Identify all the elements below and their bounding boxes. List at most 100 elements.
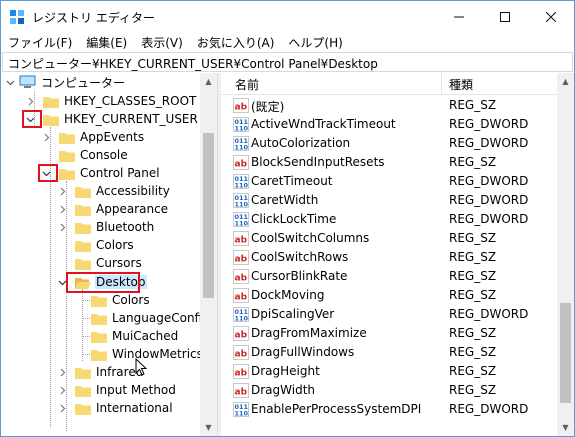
- binary-value-icon: 011110: [233, 307, 249, 322]
- tree-item-appevents[interactable]: AppEvents: [41, 128, 145, 146]
- value-name: CaretTimeout: [251, 174, 333, 188]
- tree-scrollbar[interactable]: ▲ ▼: [200, 73, 217, 436]
- column-header-type[interactable]: 種類: [449, 76, 473, 93]
- expand-icon[interactable]: [57, 186, 67, 196]
- folder-icon: [75, 403, 91, 415]
- value-type: REG_SZ: [449, 288, 497, 302]
- list-row[interactable]: ab CoolSwitchColumns REG_SZ: [221, 229, 557, 248]
- scroll-up-icon[interactable]: ▲: [200, 73, 217, 90]
- list-row[interactable]: 011 110 ActiveWndTrackTimeout REG_DWORD: [221, 115, 557, 134]
- svg-text:ab: ab: [235, 388, 248, 398]
- tree-item-computer[interactable]: コンピューター: [5, 73, 126, 91]
- value-name: DragFromMaximize: [251, 326, 367, 340]
- svg-text:ab: ab: [235, 274, 248, 284]
- value-type: REG_SZ: [449, 98, 497, 112]
- tree-item-infrared[interactable]: Infrared: [57, 363, 144, 381]
- address-bar[interactable]: コンピューター¥HKEY_CURRENT_USER¥Control Panel¥…: [2, 52, 573, 72]
- expand-icon[interactable]: [41, 132, 51, 142]
- list-row[interactable]: 011 110 AutoColorization REG_DWORD: [221, 134, 557, 153]
- folder-icon: [59, 150, 75, 162]
- svg-text:110: 110: [235, 220, 249, 228]
- tree-label: Accessibility: [96, 184, 170, 198]
- menu-view[interactable]: 表示(V): [134, 32, 190, 52]
- tree-label: Appearance: [96, 202, 169, 216]
- scroll-down-icon[interactable]: ▼: [200, 419, 217, 436]
- tree-item-colors[interactable]: Colors: [75, 236, 135, 254]
- list-row[interactable]: 011 110 CaretWidth REG_DWORD: [221, 191, 557, 210]
- binary-value-icon: 011110: [233, 117, 249, 132]
- svg-text:110: 110: [235, 144, 249, 152]
- expand-icon[interactable]: [57, 204, 67, 214]
- binary-value-icon: 011110: [233, 136, 249, 151]
- tree-item-international[interactable]: International: [57, 399, 174, 417]
- expand-icon[interactable]: [57, 222, 67, 232]
- expand-icon[interactable]: [57, 385, 67, 395]
- svg-text:110: 110: [235, 182, 249, 190]
- list-row[interactable]: ab (既定) REG_SZ: [221, 96, 557, 115]
- tree-item-input-method[interactable]: Input Method: [57, 381, 177, 399]
- value-type: REG_SZ: [449, 326, 497, 340]
- title-bar[interactable]: レジストリ エディター: [1, 1, 574, 32]
- close-button[interactable]: [528, 1, 574, 32]
- highlight-box: [22, 110, 42, 128]
- tree-item-cursors[interactable]: Cursors: [75, 254, 143, 272]
- expand-icon[interactable]: [57, 403, 67, 413]
- tree-item-appearance[interactable]: Appearance: [57, 200, 169, 218]
- tree-item-hkey-classes-root[interactable]: HKEY_CLASSES_ROOT: [25, 92, 197, 110]
- list-row[interactable]: 011 110 CaretTimeout REG_DWORD: [221, 172, 557, 191]
- value-type: REG_DWORD: [449, 307, 529, 321]
- binary-value-icon: 011110: [233, 174, 249, 189]
- list-row[interactable]: ab CursorBlinkRate REG_SZ: [221, 267, 557, 286]
- collapse-icon[interactable]: [5, 77, 15, 87]
- tree-label: Cursors: [96, 256, 142, 270]
- tree-item-console[interactable]: Console: [59, 146, 129, 164]
- list-row[interactable]: ab BlockSendInputResets REG_SZ: [221, 153, 557, 172]
- binary-value-icon: 011110: [233, 212, 249, 227]
- folder-icon: [75, 186, 91, 198]
- expand-icon[interactable]: [57, 367, 67, 377]
- tree-label: MuiCached: [112, 329, 179, 343]
- list-scrollbar[interactable]: ▲ ▼: [557, 73, 574, 436]
- list-row[interactable]: ab DockMoving REG_SZ: [221, 286, 557, 305]
- binary-value-icon: 011110: [233, 193, 249, 208]
- svg-text:ab: ab: [235, 236, 248, 246]
- folder-icon: [43, 96, 59, 108]
- tree-item-muicached[interactable]: MuiCached: [91, 327, 179, 345]
- list-row[interactable]: 011 110 DpiScalingVer REG_DWORD: [221, 305, 557, 324]
- scroll-up-icon[interactable]: ▲: [557, 73, 574, 90]
- tree-item-hkey-current-user[interactable]: HKEY_CURRENT_USER: [25, 110, 199, 128]
- tree-item-desktop-colors[interactable]: Colors: [91, 291, 151, 309]
- tree-item-languageconfigu[interactable]: LanguageConfigu: [91, 309, 217, 327]
- list-row[interactable]: 011 110 ClickLockTime REG_DWORD: [221, 210, 557, 229]
- list-row[interactable]: ab DragFromMaximize REG_SZ: [221, 324, 557, 343]
- list-row[interactable]: 011 110 EnablePerProcessSystemDPI REG_DWORD: [221, 400, 557, 419]
- tree-label: Colors: [112, 293, 150, 307]
- svg-text:110: 110: [235, 125, 249, 133]
- menu-file[interactable]: ファイル(F): [1, 32, 79, 52]
- value-name: DragWidth: [251, 383, 316, 397]
- list-row[interactable]: ab DragWidth REG_SZ: [221, 381, 557, 400]
- scroll-down-icon[interactable]: ▼: [557, 419, 574, 436]
- folder-icon: [59, 132, 75, 144]
- expand-icon[interactable]: [25, 96, 35, 106]
- list-row[interactable]: ab DragHeight REG_SZ: [221, 362, 557, 381]
- menu-edit[interactable]: 編集(E): [79, 32, 134, 52]
- maximize-button[interactable]: [482, 1, 528, 32]
- list-row[interactable]: ab CoolSwitchRows REG_SZ: [221, 248, 557, 267]
- tree-label: コンピューター: [41, 75, 126, 90]
- folder-icon: [75, 204, 91, 216]
- menu-help[interactable]: ヘルプ(H): [281, 32, 349, 52]
- tree-item-accessibility[interactable]: Accessibility: [57, 182, 171, 200]
- column-header-name[interactable]: 名前: [235, 76, 259, 93]
- tree-item-control-panel[interactable]: Control Panel: [41, 164, 161, 182]
- value-name: BlockSendInputResets: [251, 155, 385, 169]
- menu-favorites[interactable]: お気に入り(A): [190, 32, 282, 52]
- value-type: REG_SZ: [449, 269, 497, 283]
- list-row[interactable]: ab DragFullWindows REG_SZ: [221, 343, 557, 362]
- menu-bar: ファイル(F) 編集(E) 表示(V) お気に入り(A) ヘルプ(H): [1, 32, 574, 52]
- tree-scroll-thumb[interactable]: [203, 133, 214, 298]
- list-scroll-thumb[interactable]: [560, 303, 571, 403]
- tree-item-bluetooth[interactable]: Bluetooth: [57, 218, 155, 236]
- minimize-button[interactable]: [436, 1, 482, 32]
- list-header: 名前 種類: [221, 73, 557, 95]
